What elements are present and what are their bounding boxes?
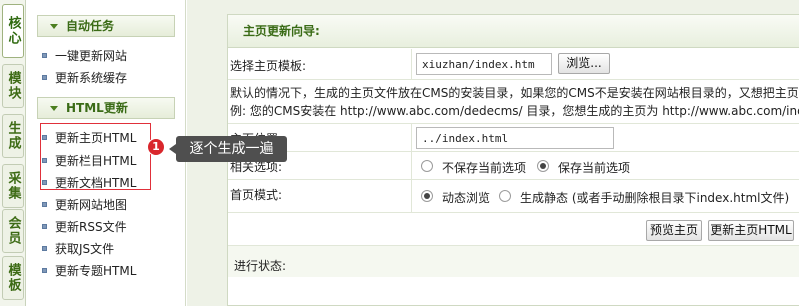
tab-members[interactable]: 会员 [2,209,24,253]
template-control: 浏览... [411,49,799,79]
update-home-html-button[interactable]: 更新主页HTML [708,220,794,241]
preview-home-button[interactable]: 预览主页 [646,220,702,241]
menu-item-label: 获取JS文件 [55,242,115,256]
bullet-icon [42,202,47,207]
chevron-down-icon [50,106,58,111]
note-line-2: 例: 您的CMS安装在 http://www.abc.com/dedecms/ … [230,104,799,118]
template-row: 选择主页模板: 浏览... [228,49,799,80]
bullet-icon [42,75,47,80]
bullet-icon [42,224,47,229]
annotation-callout: 逐个生成一遍 [169,136,287,162]
position-row: 主页位置: [228,124,799,152]
dynamic-mode-label: 动态浏览 [442,191,491,205]
step-badge: 1 [147,138,165,156]
menu-item-label: 更新系统缓存 [55,71,128,85]
menu-item-update-home-html[interactable]: 更新主页HTML [42,129,136,147]
menu-item-update-cache[interactable]: 更新系统缓存 [42,69,127,87]
save-option-label: 保存当前选项 [558,161,631,175]
menu-section-html-update[interactable]: HTML更新 [37,97,175,119]
menu-item-label: 更新主页HTML [55,131,137,145]
vertical-tab-strip: 核心 模块 生成 采集 会员 模板 [0,0,26,306]
progress-label: 进行状态: [234,259,287,273]
menu-item-label: 更新RSS文件 [55,220,127,234]
menu-item-get-js[interactable]: 获取JS文件 [42,240,114,258]
note-row: 默认的情况下，生成的主页文件放在CMS的安装目录，如果您的CMS不是安装在网站根… [228,80,799,124]
menu-item-update-site[interactable]: 一键更新网站 [42,47,127,65]
menu-section-title: 自动任务 [66,19,115,33]
tab-modules[interactable]: 模块 [2,64,24,108]
actions-row: 预览主页 更新主页HTML [228,213,799,246]
mode-control: 动态浏览 生成静态 (或者手动删除根目录下index.html文件) [411,180,799,212]
menu-item-update-doc-html[interactable]: 更新文档HTML [42,174,136,192]
menu-item-update-column-html[interactable]: 更新栏目HTML [42,152,136,170]
mode-row: 首页模式: 动态浏览 生成静态 (或者手动删除根目录下index.html文件) [228,180,799,213]
tab-generate[interactable]: 生成 [2,114,24,158]
menu-item-update-sitemap[interactable]: 更新网站地图 [42,196,127,214]
bullet-icon [42,135,47,140]
tab-templates[interactable]: 模板 [2,256,24,300]
main-content: 主页更新向导: 选择主页模板: 浏览... 默认的情况下，生成的主页文件放在CM… [205,0,799,306]
menu-section-title: HTML更新 [66,101,128,115]
tab-core[interactable]: 核心 [2,4,24,58]
options-control: 不保存当前选项 保存当前选项 [411,152,799,179]
static-mode-radio[interactable] [499,190,511,202]
dynamic-mode-radio[interactable] [421,190,433,202]
note-line-1: 默认的情况下，生成的主页文件放在CMS的安装目录，如果您的CMS不是安装在网站根… [230,86,799,100]
bullet-icon [42,53,47,58]
template-input[interactable] [416,53,552,75]
bullet-icon [42,246,47,251]
menu-item-label: 更新文档HTML [55,176,137,190]
menu-item-label: 一键更新网站 [55,49,128,63]
menu-item-update-topic-html[interactable]: 更新专题HTML [42,262,136,280]
browse-button[interactable]: 浏览... [558,53,610,74]
no-save-option-label: 不保存当前选项 [442,161,527,175]
bullet-icon [42,180,47,185]
no-save-radio[interactable] [421,160,433,172]
panel-title: 主页更新向导: [228,15,799,48]
tab-collect[interactable]: 采集 [2,164,24,208]
position-control [411,124,799,151]
menu-section-auto-tasks[interactable]: 自动任务 [37,15,175,37]
menu-item-label: 更新专题HTML [55,264,137,278]
menu-item-update-rss[interactable]: 更新RSS文件 [42,218,127,236]
menu-item-label: 更新网站地图 [55,198,128,212]
options-row: 相关选项: 不保存当前选项 保存当前选项 [228,152,799,180]
progress-row: 进行状态: [228,246,799,277]
position-input[interactable] [416,127,614,149]
bullet-icon [42,158,47,163]
static-mode-label: 生成静态 (或者手动删除根目录下index.html文件) [520,191,790,205]
save-radio[interactable] [537,160,549,172]
template-label: 选择主页模板: [230,59,307,73]
chevron-down-icon [50,24,58,29]
mode-label: 首页模式: [230,188,283,202]
bullet-icon [42,268,47,273]
home-update-panel: 主页更新向导: 选择主页模板: 浏览... 默认的情况下，生成的主页文件放在CM… [227,14,799,306]
menu-item-label: 更新栏目HTML [55,154,137,168]
